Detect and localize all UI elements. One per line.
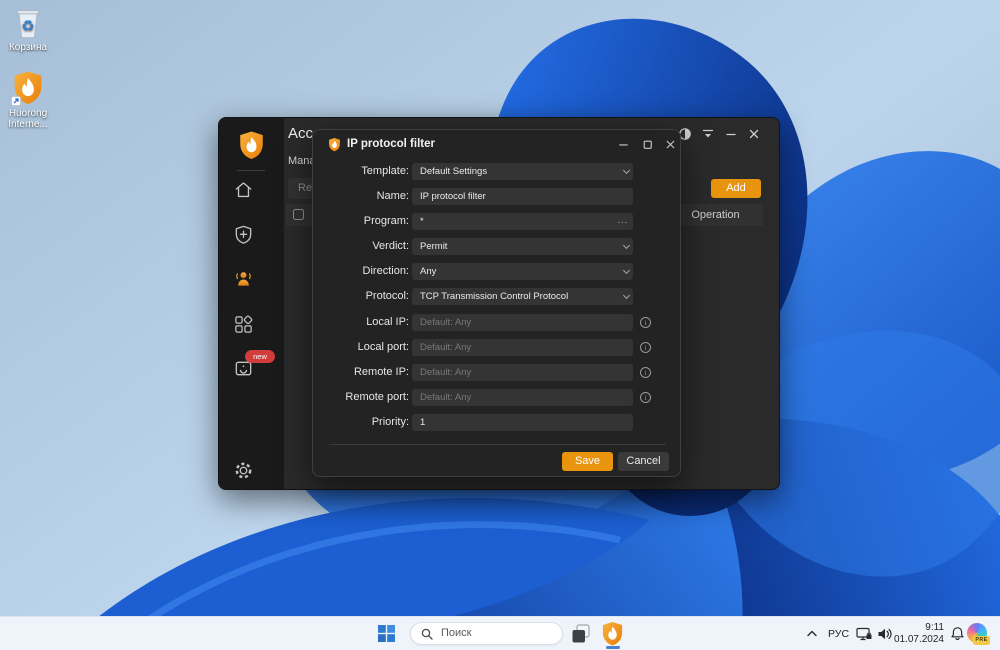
save-button[interactable]: Save xyxy=(562,452,613,471)
form-row-program: Program: * ... xyxy=(313,213,680,230)
dialog-logo-icon xyxy=(328,137,341,152)
field-label: Remote IP: xyxy=(353,366,409,378)
info-icon[interactable]: i xyxy=(640,342,651,353)
verdict-select[interactable]: Permit xyxy=(412,238,633,255)
info-icon[interactable]: i xyxy=(640,367,651,378)
remote-port-input[interactable]: Default: Any xyxy=(412,389,633,406)
form-row-local-ip: Local IP: Default: Any i xyxy=(313,314,680,331)
app-logo-icon xyxy=(238,130,265,160)
select-all-checkbox[interactable] xyxy=(293,209,304,220)
taskbar-huorong-icon[interactable] xyxy=(600,621,625,646)
field-label: Remote port: xyxy=(345,391,409,403)
sidebar-item-home-icon[interactable] xyxy=(233,179,254,200)
svg-text:♻: ♻ xyxy=(21,18,34,35)
local-ip-input[interactable]: Default: Any xyxy=(412,314,633,331)
form-row-remote-ip: Remote IP: Default: Any i xyxy=(313,364,680,381)
info-icon[interactable]: i xyxy=(640,392,651,403)
field-label: Verdict: xyxy=(372,240,409,252)
field-label: Local port: xyxy=(357,341,409,353)
start-button-icon[interactable] xyxy=(378,625,395,642)
task-view-icon[interactable] xyxy=(570,623,592,645)
main-menu-icon[interactable] xyxy=(700,126,716,142)
main-window-title: Acc xyxy=(288,125,314,142)
sidebar-divider xyxy=(237,170,265,171)
new-badge: new xyxy=(245,350,275,363)
program-input[interactable]: * xyxy=(412,213,633,230)
active-app-indicator xyxy=(606,646,620,649)
search-box[interactable]: Поиск xyxy=(410,622,563,645)
huorong-shield-icon xyxy=(11,70,44,106)
form-row-local-port: Local port: Default: Any i xyxy=(313,339,680,356)
dialog-maximize-icon[interactable] xyxy=(640,137,655,152)
close-icon[interactable] xyxy=(746,126,762,142)
cancel-button[interactable]: Cancel xyxy=(618,452,669,471)
direction-select[interactable]: Any xyxy=(412,263,633,280)
field-label: Local IP: xyxy=(366,316,409,328)
sidebar-item-settings-gear-icon[interactable] xyxy=(233,460,254,481)
field-label: Direction: xyxy=(362,265,409,277)
info-icon[interactable]: i xyxy=(640,317,651,328)
sidebar: new xyxy=(219,118,284,489)
minimize-icon[interactable] xyxy=(723,126,739,142)
template-select[interactable]: Default Settings xyxy=(412,163,633,180)
browse-ellipsis-button[interactable]: ... xyxy=(617,213,628,227)
priority-input[interactable]: 1 xyxy=(412,414,633,431)
sidebar-item-app-grid-icon[interactable] xyxy=(233,314,254,335)
tray-date: 01.07.2024 xyxy=(893,634,944,645)
desktop-icon-recycle-bin[interactable]: ♻ Корзина xyxy=(0,7,56,53)
dialog-divider xyxy=(329,444,666,445)
huorong-label-line2: Interne... xyxy=(8,119,48,130)
shortcut-arrow-icon xyxy=(11,96,21,106)
dialog-title: IP protocol filter xyxy=(347,138,435,150)
form-row-verdict: Verdict: Permit xyxy=(313,238,680,255)
field-label: Protocol: xyxy=(365,290,409,302)
form-row-remote-port: Remote port: Default: Any i xyxy=(313,389,680,406)
tray-clock[interactable]: 9:11 01.07.2024 xyxy=(888,622,944,646)
form-row-direction: Direction: Any xyxy=(313,263,680,280)
huorong-label-line1: Huorong xyxy=(8,108,48,119)
field-label: Template: xyxy=(361,165,409,177)
network-icon[interactable] xyxy=(856,627,872,641)
language-indicator[interactable]: РУС xyxy=(828,628,849,640)
search-icon xyxy=(421,628,433,640)
field-label: Name: xyxy=(376,190,409,202)
field-label: Program: xyxy=(363,215,409,227)
sidebar-item-protection-icon[interactable] xyxy=(233,224,254,245)
dialog-minimize-icon[interactable] xyxy=(616,137,631,152)
copilot-pre-badge: PRE xyxy=(973,636,990,645)
add-button[interactable]: Add xyxy=(711,179,761,198)
form-row-name: Name: IP protocol filter xyxy=(313,188,680,205)
form-row-protocol: Protocol: TCP Transmission Control Proto… xyxy=(313,288,680,305)
recycle-bin-icon: ♻ xyxy=(12,7,44,39)
sidebar-item-access-control-icon[interactable] xyxy=(233,268,254,289)
tray-time: 9:11 xyxy=(925,622,944,633)
desktop-icon-huorong[interactable]: Huorong Interne... xyxy=(0,70,56,130)
form-row-priority: Priority: 1 xyxy=(313,414,680,431)
notifications-bell-icon[interactable] xyxy=(950,626,965,641)
operation-column-header: Operation xyxy=(691,209,740,221)
local-port-input[interactable]: Default: Any xyxy=(412,339,633,356)
ip-protocol-filter-dialog: IP protocol filter Template: Default Set… xyxy=(312,129,681,477)
field-label: Priority: xyxy=(371,416,409,428)
dialog-close-icon[interactable] xyxy=(663,137,678,152)
name-input[interactable]: IP protocol filter xyxy=(412,188,633,205)
taskbar: Поиск РУС 9:11 01.07.2024 PRE xyxy=(0,616,1000,650)
form-row-template: Template: Default Settings xyxy=(313,163,680,180)
remote-ip-input[interactable]: Default: Any xyxy=(412,364,633,381)
recycle-bin-label: Корзина xyxy=(8,42,48,53)
search-placeholder: Поиск xyxy=(441,627,472,639)
tray-chevron-up-icon[interactable] xyxy=(806,629,818,637)
protocol-select[interactable]: TCP Transmission Control Protocol xyxy=(412,288,633,305)
